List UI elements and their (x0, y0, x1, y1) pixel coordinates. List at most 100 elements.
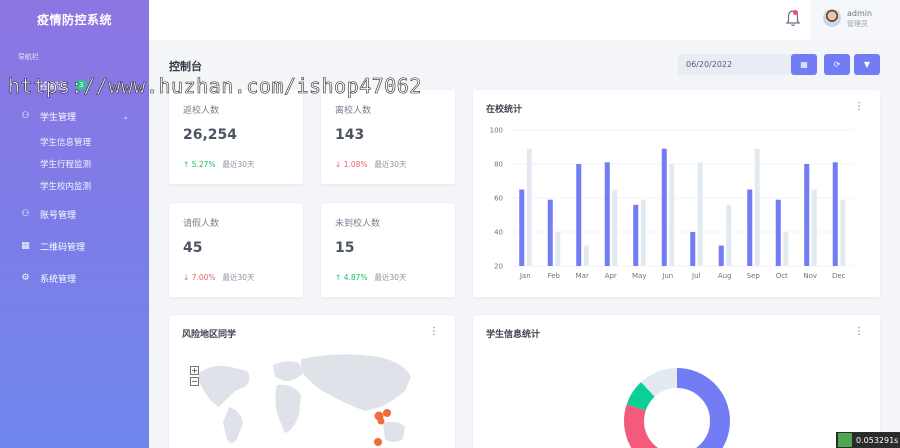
user-menu[interactable]: admin 管理员 (811, 0, 900, 40)
sidebar-subitem-student-campus[interactable]: 学生校内监测 (40, 179, 91, 195)
stat-value: 15 (335, 240, 355, 256)
stat-footer: ↓ 7.00% 最近30天 (183, 272, 255, 283)
sidebar-item-system[interactable]: ⚙ 系统管理 (0, 267, 149, 289)
map-region-north-america (199, 365, 250, 407)
map-region-south-america (223, 407, 243, 443)
x-tick-label: Nov (803, 272, 817, 280)
bar (519, 189, 525, 266)
x-tick-label: Mar (576, 272, 589, 280)
stat-card-absent: 未到校人数 15 ↑ 4.87% 最近30天 (321, 203, 455, 297)
stat-footer: ↓ 1.08% 最近30天 (335, 159, 407, 170)
stat-label: 返校人数 (183, 106, 220, 116)
x-tick-label: Aug (718, 272, 732, 280)
date-picker-input[interactable] (678, 54, 791, 75)
app-title: 疫情防控系统 (36, 13, 112, 27)
refresh-icon: ⟳ (833, 60, 841, 69)
bar (804, 164, 810, 266)
stat-card-returned: 返校人数 26,254 ↑ 5.27% 最近30天 (169, 90, 303, 184)
bar (726, 204, 732, 266)
zoom-in-button[interactable]: + (190, 366, 199, 375)
chevron-down-icon: ⌄ (122, 111, 129, 121)
timer-value: 0.053291s (856, 435, 899, 445)
x-tick-label: Dec (832, 272, 846, 280)
timer-icon (838, 433, 852, 447)
stat-card-leave: 请假人数 45 ↓ 7.00% 最近30天 (169, 203, 303, 297)
stat-value: 26,254 (183, 127, 238, 143)
bar (604, 162, 610, 266)
stat-period: 最近30天 (222, 273, 255, 282)
x-tick-label: Jun (661, 272, 673, 280)
zoom-out-button[interactable]: − (190, 377, 199, 386)
donut-chart (624, 368, 730, 448)
y-tick-label: 60 (494, 195, 503, 203)
map-region-europe (273, 361, 303, 381)
stat-footer: ↑ 5.27% 最近30天 (183, 159, 255, 170)
user-role: 管理员 (847, 20, 868, 28)
stat-change: ↑ 5.27% (183, 160, 216, 169)
x-tick-label: May (632, 272, 646, 280)
sidebar-item-qrcode[interactable]: ▦ 二维码管理 (0, 235, 149, 257)
student-icon: ⚇ (21, 111, 30, 121)
stat-label: 请假人数 (183, 219, 220, 229)
bar (840, 199, 846, 266)
stat-change: ↓ 1.08% (335, 160, 368, 169)
bar (547, 199, 553, 266)
y-tick-label: 40 (494, 229, 503, 237)
x-tick-label: Jan (519, 272, 531, 280)
refresh-button[interactable]: ⟳ (824, 54, 850, 75)
dashboard-icon: ◠ (21, 80, 30, 90)
sidebar-item-dashboard[interactable]: ◠ 控制台 3 (0, 74, 149, 96)
stat-period: 最近30天 (374, 273, 407, 282)
risk-marker (383, 409, 391, 417)
y-tick-label: 100 (490, 127, 503, 135)
y-tick-label: 80 (494, 161, 503, 169)
filter-icon: ▼ (863, 60, 871, 69)
stat-change: ↑ 4.87% (335, 273, 368, 282)
timer-badge: 0.053291s (836, 432, 900, 448)
account-icon: ⚇ (21, 209, 30, 219)
bar (754, 148, 760, 266)
sidebar-subitem-student-info[interactable]: 学生信息管理 (40, 135, 91, 151)
notification-dot (793, 10, 798, 15)
bar (832, 162, 838, 266)
bar (669, 164, 675, 266)
donut-chart-card: 学生信息统计 ⋮ (473, 315, 880, 448)
page-title: 控制台 (169, 60, 202, 73)
stat-value: 143 (335, 127, 365, 143)
avatar (823, 9, 841, 27)
sidebar-item-accounts[interactable]: ⚇ 账号管理 (0, 203, 149, 225)
bar (783, 232, 789, 266)
bar (811, 189, 817, 266)
stat-period: 最近30天 (222, 160, 255, 169)
sidebar-subitem-student-travel[interactable]: 学生行程监测 (40, 157, 91, 173)
map-region-asia (301, 354, 411, 411)
y-tick-label: 20 (494, 263, 503, 271)
bar (576, 164, 582, 266)
map-region-australia (383, 421, 405, 442)
sidebar-item-label: 学生管理 (40, 112, 77, 123)
x-tick-label: Oct (776, 272, 788, 280)
bar (690, 232, 696, 266)
map-region-africa (275, 384, 301, 433)
arrow-down-icon: ↓ (335, 160, 342, 169)
bar (555, 232, 561, 266)
bar (747, 189, 753, 266)
x-tick-label: Apr (605, 272, 617, 280)
calendar-button[interactable]: ▦ (791, 54, 817, 75)
stat-label: 离校人数 (335, 106, 372, 116)
bar (640, 199, 646, 266)
sidebar-item-students[interactable]: ⚇ 学生管理 ⌄ (0, 105, 149, 127)
sidebar-item-label: 控制台 (40, 81, 68, 92)
sidebar-item-label: 系统管理 (40, 274, 77, 285)
risk-marker (374, 438, 382, 446)
stat-card-left: 离校人数 143 ↓ 1.08% 最近30天 (321, 90, 455, 184)
bar (775, 199, 781, 266)
bar (697, 162, 703, 266)
filter-button[interactable]: ▼ (854, 54, 880, 75)
user-name: admin (847, 9, 873, 18)
x-tick-label: Sep (747, 272, 761, 280)
arrow-up-icon: ↑ (183, 160, 190, 169)
notification-badge: 3 (75, 80, 88, 90)
bar (612, 189, 618, 266)
stat-label: 未到校人数 (335, 219, 381, 229)
